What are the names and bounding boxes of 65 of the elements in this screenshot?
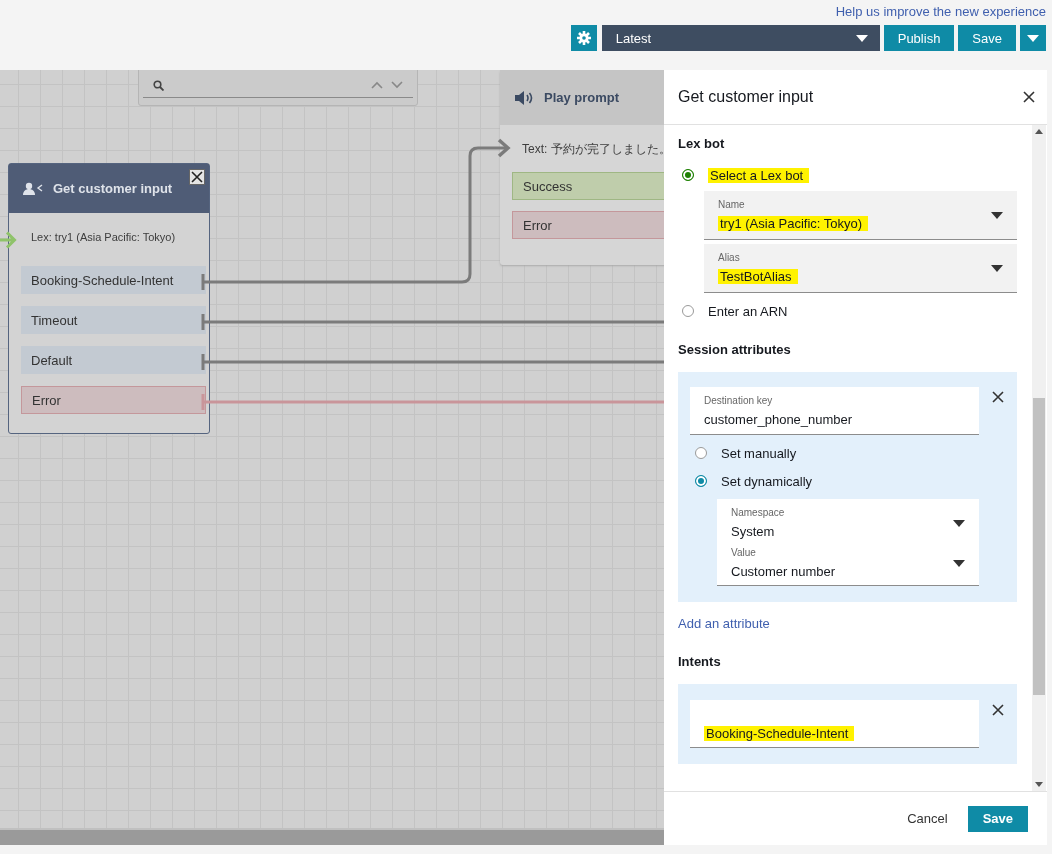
add-attribute-link[interactable]: Add an attribute <box>678 616 770 631</box>
toolbar-button[interactable]: Publish <box>883 25 955 51</box>
scroll-down-icon[interactable] <box>1035 782 1043 787</box>
radio-option[interactable]: Enter an ARN <box>682 299 788 323</box>
branch-label[interactable]: Error <box>21 386 206 414</box>
caret-icon <box>991 264 1003 272</box>
field-label: Alias <box>718 252 741 263</box>
block-description: Lex: try1 (Asia Pacific: Tokyo) <box>30 230 177 245</box>
field-label: Name <box>718 199 746 210</box>
field-label: Destination key <box>704 395 774 406</box>
footer-button[interactable]: Save <box>967 805 1028 832</box>
section-heading: Intents <box>678 654 722 671</box>
version-dropdown[interactable]: Latest <box>601 25 880 51</box>
settings-icon <box>576 31 591 45</box>
branch-label[interactable]: Default <box>21 346 206 374</box>
block-title: Play prompt <box>544 90 620 105</box>
incoming-arrow <box>0 231 17 249</box>
scroll-up-icon[interactable] <box>1035 129 1043 134</box>
branch-label[interactable]: Success <box>512 172 664 200</box>
close-icon[interactable] <box>992 391 1004 403</box>
chevron-up-icon[interactable] <box>371 81 383 89</box>
speaker-icon <box>514 89 534 106</box>
footer-button[interactable]: Cancel <box>901 805 954 832</box>
section-heading: Lex bot <box>678 136 726 153</box>
input-field[interactable]: Destination key customer_phone_number <box>690 387 979 435</box>
flow-block[interactable]: Play prompt Text: 予約が完了しました。 Success Error <box>500 70 664 265</box>
dropdown-field[interactable]: Namespace System <box>731 507 965 539</box>
dropdown-field[interactable]: Name try1 (Asia Pacific: Tokyo) <box>704 191 1017 240</box>
caret-icon <box>953 519 965 527</box>
caret-icon <box>1027 34 1039 42</box>
field-value: try1 (Asia Pacific: Tokyo) <box>718 216 869 231</box>
field-value: TestBotAlias <box>718 269 798 284</box>
field-value: customer_phone_number <box>704 412 854 427</box>
horizontal-scrollbar[interactable] <box>0 828 664 845</box>
save-options-button[interactable] <box>1020 25 1046 51</box>
block-description: Text: 予約が完了しました。 <box>521 141 664 158</box>
vertical-scrollbar[interactable] <box>1032 125 1046 791</box>
caret-icon <box>991 211 1003 219</box>
branch-label[interactable]: Timeout <box>21 306 206 334</box>
block-title: Get customer input <box>53 181 173 196</box>
caret-icon <box>855 34 868 42</box>
dropdown-field[interactable]: Alias TestBotAlias <box>704 244 1017 293</box>
flow-block[interactable]: Get customer input Lex: try1 (Asia Pacific: Tokyo) Booking-Schedule-Intent Timeout Default Error <box>8 163 210 434</box>
field-value: System <box>731 524 776 539</box>
caret-icon <box>953 559 965 567</box>
field-label: Value <box>731 547 757 558</box>
field-value: Customer number <box>731 564 837 579</box>
branch-label[interactable]: Booking-Schedule-Intent <box>21 266 206 294</box>
toolbar-button[interactable]: Save <box>958 25 1016 51</box>
radio-option[interactable]: Set dynamically <box>695 469 1017 493</box>
search-icon <box>153 79 164 91</box>
branch-label[interactable]: Error <box>512 211 664 239</box>
user-branch-icon <box>23 181 43 196</box>
field-label: Namespace <box>731 507 786 518</box>
close-icon[interactable] <box>992 704 1004 716</box>
dropdown-field[interactable]: Value Customer number <box>731 547 965 579</box>
close-button[interactable] <box>1023 91 1035 103</box>
settings-button[interactable] <box>570 25 597 51</box>
radio-option[interactable]: Set manually <box>695 441 1017 465</box>
section-heading: Session attributes <box>678 342 792 359</box>
chevron-down-icon[interactable] <box>391 81 403 89</box>
panel-title: Get customer input <box>678 88 814 106</box>
close-button[interactable] <box>189 169 205 185</box>
feedback-link[interactable]: Help us improve the new experience <box>835 4 1046 19</box>
input-field[interactable]: Booking-Schedule-Intent <box>690 700 979 748</box>
